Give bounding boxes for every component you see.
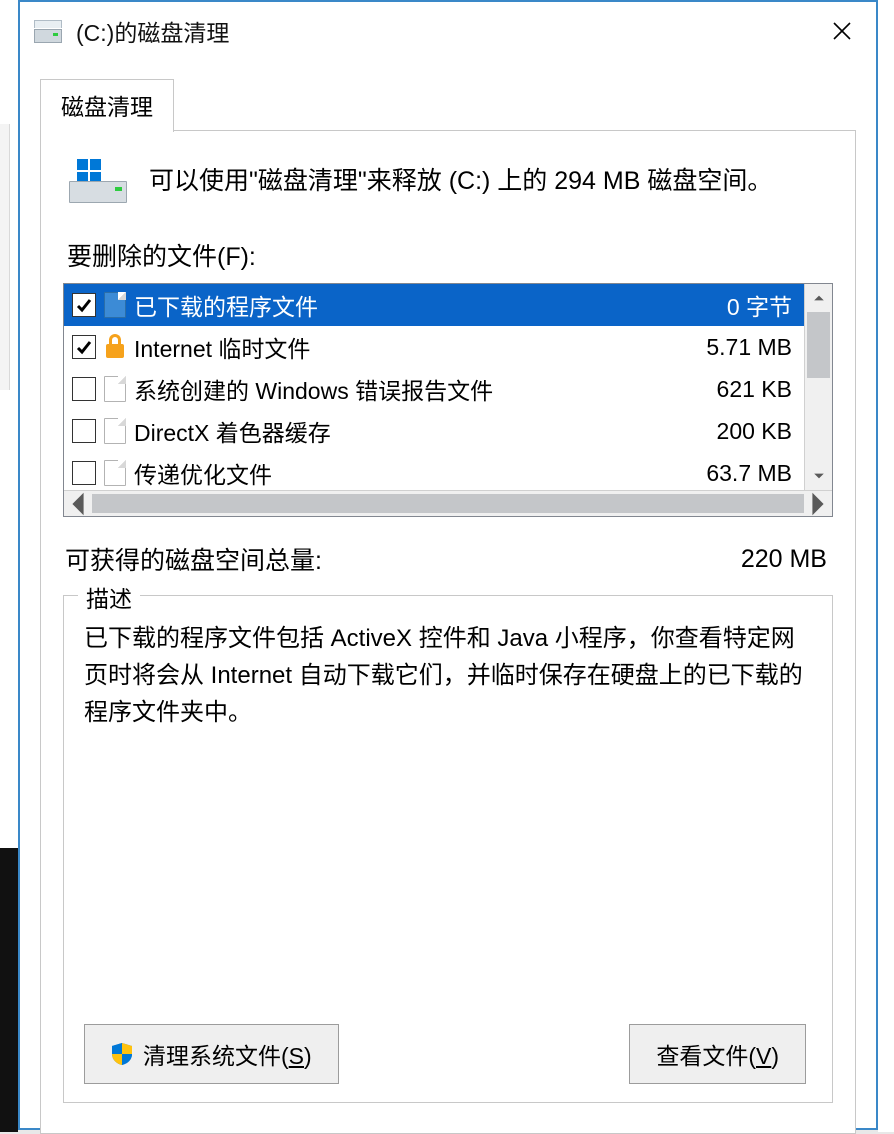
- tab-disk-cleanup[interactable]: 磁盘清理: [40, 79, 174, 132]
- total-value: 220 MB: [741, 545, 827, 574]
- file-row[interactable]: 系统创建的 Windows 错误报告文件 621 KB: [64, 368, 804, 410]
- file-size: 200 KB: [717, 418, 792, 445]
- titlebar[interactable]: (C:)的磁盘清理: [20, 2, 876, 60]
- file-name: 传递优化文件: [134, 456, 698, 490]
- view-files-button[interactable]: 查看文件(V): [629, 1024, 806, 1084]
- file-icon: [104, 376, 126, 402]
- close-button[interactable]: [810, 7, 874, 55]
- summary-row: 可以使用"磁盘清理"来释放 (C:) 上的 294 MB 磁盘空间。: [69, 159, 833, 203]
- file-icon: [104, 292, 126, 318]
- file-size: 63.7 MB: [706, 460, 792, 487]
- app-drive-icon: [34, 19, 62, 43]
- drive-cleanup-icon: [69, 159, 127, 203]
- file-size: 5.71 MB: [706, 334, 792, 361]
- chevron-right-icon: [804, 490, 832, 518]
- tab-panel: 可以使用"磁盘清理"来释放 (C:) 上的 294 MB 磁盘空间。 要删除的文…: [40, 130, 856, 1134]
- file-icon: [104, 418, 126, 444]
- file-checkbox[interactable]: [72, 293, 96, 317]
- file-checkbox[interactable]: [72, 377, 96, 401]
- total-row: 可获得的磁盘空间总量: 220 MB: [65, 541, 827, 577]
- disk-cleanup-dialog: (C:)的磁盘清理 磁盘清理 可以使用"磁盘清理"来释放 (C:) 上的 294…: [18, 0, 878, 1130]
- file-size: 621 KB: [717, 376, 792, 403]
- chevron-down-icon: [813, 470, 825, 482]
- background-left-strip: [0, 0, 18, 1132]
- button-label: 清理系统文件(S): [143, 1037, 312, 1071]
- file-checkbox[interactable]: [72, 461, 96, 485]
- vertical-scrollbar[interactable]: [804, 284, 832, 490]
- file-name: DirectX 着色器缓存: [134, 414, 709, 448]
- file-size: 0 字节: [727, 288, 792, 322]
- scroll-up-button[interactable]: [805, 284, 832, 312]
- uac-shield-icon: [111, 1042, 133, 1066]
- total-label: 可获得的磁盘空间总量:: [65, 541, 322, 577]
- file-row[interactable]: 传递优化文件 63.7 MB: [64, 452, 804, 490]
- file-row[interactable]: 已下载的程序文件0 字节: [64, 284, 804, 326]
- vertical-scroll-thumb[interactable]: [807, 312, 830, 378]
- summary-text: 可以使用"磁盘清理"来释放 (C:) 上的 294 MB 磁盘空间。: [149, 163, 772, 199]
- horizontal-scrollbar[interactable]: [64, 490, 832, 516]
- close-icon: [832, 21, 852, 41]
- description-groupbox: 描述 已下载的程序文件包括 ActiveX 控件和 Java 小程序，你查看特定…: [63, 595, 833, 1103]
- file-name: 系统创建的 Windows 错误报告文件: [134, 372, 709, 406]
- files-listbox: 已下载的程序文件0 字节 Internet 临时文件 5.71 MB 系统创建的 Wi…: [63, 283, 833, 517]
- chevron-left-icon: [64, 490, 92, 518]
- background-right-strip: [878, 0, 894, 1132]
- cleanup-system-files-button[interactable]: 清理系统文件(S): [84, 1024, 339, 1084]
- horizontal-scroll-thumb[interactable]: [92, 494, 804, 513]
- file-name: 已下载的程序文件: [134, 288, 719, 322]
- file-row[interactable]: DirectX 着色器缓存 200 KB: [64, 410, 804, 452]
- file-icon: [104, 460, 126, 486]
- description-text: 已下载的程序文件包括 ActiveX 控件和 Java 小程序，你查看特定网页时…: [84, 620, 812, 732]
- scroll-down-button[interactable]: [805, 462, 832, 490]
- tabstrip: 磁盘清理: [40, 78, 876, 131]
- lock-icon: [104, 334, 126, 360]
- button-label: 查看文件(V): [656, 1037, 779, 1071]
- description-legend: 描述: [78, 580, 140, 614]
- chevron-up-icon: [813, 292, 825, 304]
- window-title: (C:)的磁盘清理: [76, 14, 810, 48]
- file-checkbox[interactable]: [72, 335, 96, 359]
- file-checkbox[interactable]: [72, 419, 96, 443]
- scroll-left-button[interactable]: [64, 491, 92, 516]
- scroll-right-button[interactable]: [804, 491, 832, 516]
- file-row[interactable]: Internet 临时文件 5.71 MB: [64, 326, 804, 368]
- file-name: Internet 临时文件: [134, 330, 698, 364]
- files-to-delete-label: 要删除的文件(F):: [67, 237, 833, 273]
